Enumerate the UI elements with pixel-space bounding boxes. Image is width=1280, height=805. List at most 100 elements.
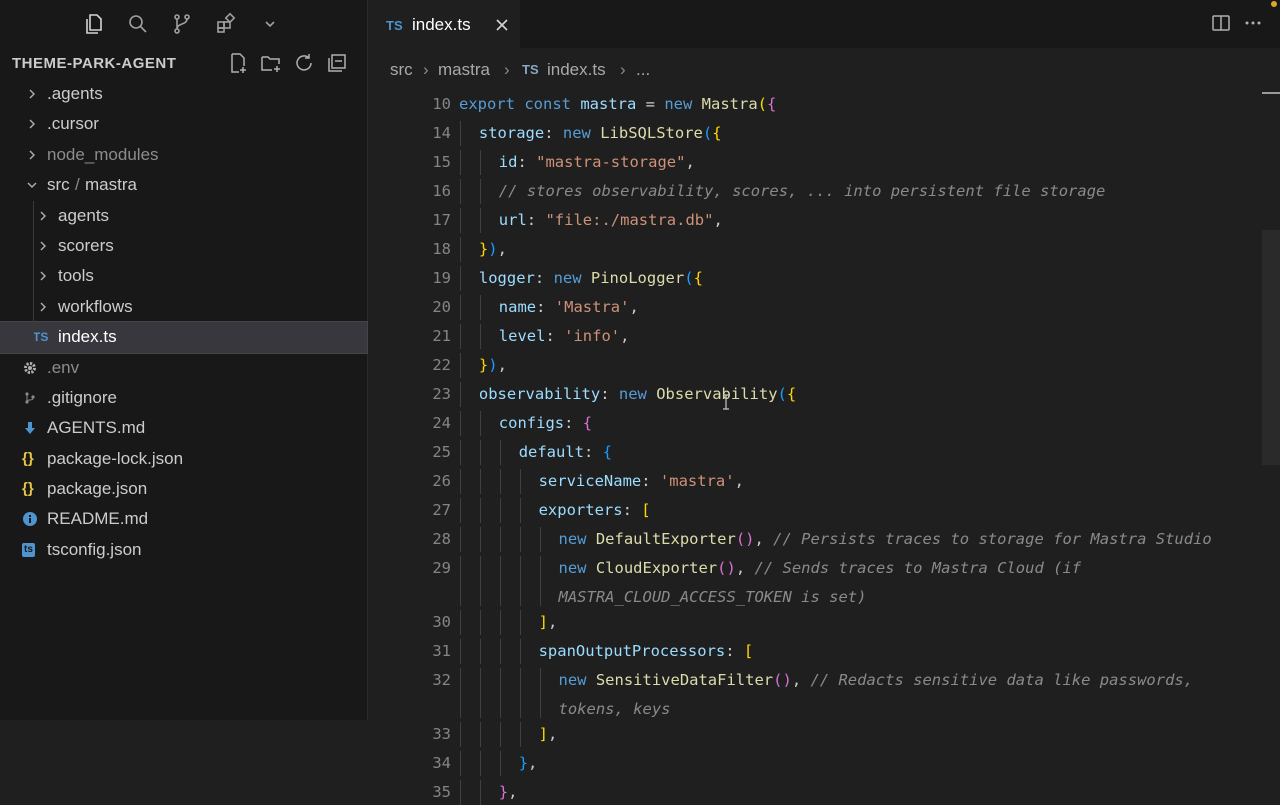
breadcrumb-mastra[interactable]: mastra [438,60,490,80]
code-token: : [534,269,554,287]
vertical-scrollbar[interactable] [1262,230,1280,465]
code-text: ], [539,610,558,635]
collapse-all-icon[interactable] [325,51,349,75]
line-number: 25 [432,443,451,461]
tree-item-package-lock-json[interactable]: {} package-lock.json [0,444,367,474]
new-folder-icon[interactable] [259,51,283,75]
tree-item-agents[interactable]: agents [0,201,367,231]
code-token: ( [777,385,787,403]
code-text: new SensitiveDataFilter(), // Redacts se… [559,668,1194,693]
code-token: , [528,754,538,772]
tree-item-src[interactable]: src / mastra [0,170,367,200]
notification-dot [1271,1,1277,7]
code-token: , [497,240,507,258]
code-token: , [685,153,695,171]
tree-item-label: tsconfig.json [47,539,142,559]
code-token: ( [757,95,767,113]
line-number: 31 [432,642,451,660]
tree-item-label: package.json [47,479,148,499]
code-text: }, [519,751,538,776]
code-token: 'mastra' [659,472,735,490]
chevron-right-icon [26,79,40,109]
code-token: = [636,95,665,113]
code-token: } [518,754,529,772]
tree-item-label: index.ts [58,327,117,347]
new-file-icon[interactable] [226,51,250,75]
indent-guide [519,556,521,606]
info-icon [22,504,38,538]
refresh-icon[interactable] [292,51,316,75]
indent-guide [519,668,521,718]
code-token: DefaultExporter [595,530,736,548]
indent-guide [499,469,501,494]
indent-guide [460,610,461,635]
tree-item-index-ts[interactable]: TS index.ts [0,321,368,354]
code-token: exporters [538,501,623,519]
indent-guide [460,266,461,291]
code-token: mastra [580,95,637,113]
code-text: }), [479,237,507,262]
indent-guide [460,668,461,718]
tree-item-label: src [47,175,70,195]
code-token: observability [478,385,601,403]
code-token: new [618,385,657,403]
code-token: new [664,95,702,113]
code-token: tokens, keys [558,700,671,718]
split-editor-icon[interactable] [1210,12,1232,34]
tree-item-gitignore[interactable]: .gitignore [0,383,367,413]
editor-area: TS index.ts src › mastra › TS index.ts ›… [368,0,1280,805]
code-token: default [518,443,585,461]
indent-guide [479,751,481,776]
breadcrumb-symbol[interactable]: ... [636,60,650,80]
code-token: "file:./mastra.db" [545,211,714,229]
more-actions-icon[interactable] [1242,12,1264,34]
tree-item-node-modules[interactable]: node_modules [0,140,367,170]
tree-item-agents[interactable]: .agents [0,79,367,109]
explorer-icon[interactable] [82,12,106,36]
code-text: // stores observability, scores, ... int… [499,179,1106,204]
code-token: } [498,783,509,801]
line-number: 30 [432,613,451,631]
typescript-icon: TS [386,18,403,33]
code-token: Observability [656,385,778,403]
code-token: , [508,783,518,801]
tree-item-readme-md[interactable]: README.md [0,504,367,534]
indent-guide [460,150,461,175]
breadcrumb-src[interactable]: src [390,60,413,80]
code-text: observability: new Observability({ [479,382,796,407]
indent-guide [479,208,481,233]
tsconfig-icon: ts [22,542,35,557]
code-token: : [517,153,537,171]
line-number: 22 [432,356,451,374]
code-token: : [526,211,546,229]
tab-index-ts[interactable]: TS index.ts [368,0,520,49]
search-icon[interactable] [126,12,150,36]
code-token: new [558,671,596,689]
tree-item-cursor[interactable]: .cursor [0,109,367,139]
tree-item-tsconfig-json[interactable]: ts tsconfig.json [0,535,367,565]
close-icon[interactable] [492,15,512,35]
line-number: 34 [432,754,451,772]
tree-item-env[interactable]: .env [0,353,367,383]
tree-item-tools[interactable]: tools [0,261,367,291]
tree-item-label: README.md [47,509,149,529]
gear-icon [22,353,38,387]
code-text: new CloudExporter(), // Sends traces to … [559,556,1082,581]
chevron-down-icon[interactable] [258,12,282,36]
code-line-wrap: tokens, keys [559,697,671,722]
tree-item-package-json[interactable]: {} package.json [0,474,367,504]
code-token: SensitiveDataFilter [595,671,774,689]
tree-item-agents-md[interactable]: AGENTS.md [0,413,367,443]
extensions-icon[interactable] [214,12,238,36]
source-control-icon[interactable] [170,12,194,36]
indent-guide [479,668,481,718]
code-token: serviceName [538,472,642,490]
indent-guide [460,382,461,407]
tree-item-workflows[interactable]: workflows [0,292,367,322]
code-token: : [600,385,619,403]
typescript-icon: TS [33,330,49,345]
tree-item-scorers[interactable]: scorers [0,231,367,261]
indent-guide [460,179,461,204]
breadcrumb-index-ts[interactable]: index.ts [547,60,606,80]
line-number: 33 [432,725,451,743]
